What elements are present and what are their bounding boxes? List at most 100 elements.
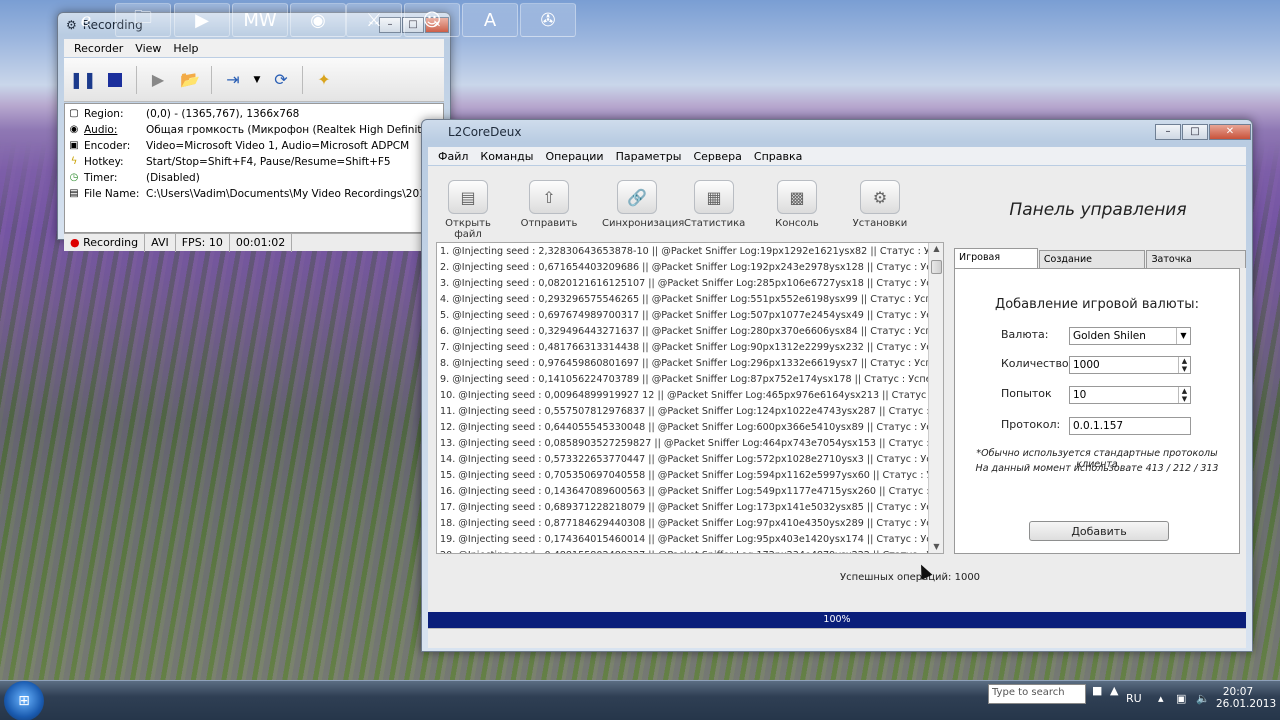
add-button[interactable]: Добавить [1029, 521, 1169, 541]
document-icon: ▤ [448, 180, 488, 214]
settings-button[interactable]: ⚙ Установки [850, 180, 910, 229]
menu-servers[interactable]: Сервера [687, 150, 747, 163]
box-icon: ▩ [777, 180, 817, 214]
film-reel-icon[interactable]: ✇ [520, 3, 576, 37]
tab-enchant-items[interactable]: Заточка предметов [1146, 250, 1246, 283]
tab-create-items[interactable]: Создание предметов [1038, 250, 1146, 283]
volume-icon[interactable]: 🔈 [1196, 692, 1210, 705]
menu-help[interactable]: Справка [748, 150, 808, 163]
progress-bar: 100% [428, 612, 1246, 628]
explorer-icon[interactable]: 🗀 [115, 3, 171, 37]
sync-button[interactable]: 🔗 Синхронизация [602, 180, 684, 229]
chevron-up-icon[interactable]: ▲ [1110, 684, 1118, 697]
log-line: 10. @Injecting seed : 0,00964899919927 1… [440, 390, 944, 401]
chevron-down-icon[interactable]: ▼ [1176, 328, 1190, 344]
tool-label: Синхронизация [602, 218, 685, 229]
log-scrollbar[interactable]: ▲ ▼ [928, 243, 943, 553]
recorder-info-panel: ▢ Region: (0,0) - (1365,767), 1366x768 ◉… [64, 103, 484, 233]
row-value: (Disabled) [146, 172, 200, 184]
open-file-button[interactable]: ▤ Открыть файл [438, 180, 498, 240]
panel-title: Панель управления [1009, 200, 1187, 220]
log-line: 3. @Injecting seed : 0,0820121616125107 … [440, 278, 944, 289]
clock[interactable]: 20:07 26.01.2013 [1216, 686, 1276, 710]
row-label: File Name: [84, 188, 140, 200]
pin-icon[interactable]: ✦ [311, 67, 337, 93]
minimize-button[interactable]: – [1155, 124, 1181, 140]
row-label[interactable]: Audio: [84, 124, 146, 136]
clock-time: 20:07 [1222, 686, 1254, 698]
toolbar-divider [136, 65, 137, 94]
protocol-input[interactable]: 0.0.1.157 [1069, 417, 1191, 435]
app-titlebar[interactable]: L2CoreDeux [422, 120, 1252, 144]
menu-commands[interactable]: Команды [474, 150, 539, 163]
log-line: 13. @Injecting seed : 0,0858903527259827… [440, 438, 944, 449]
menu-help[interactable]: Help [167, 42, 204, 55]
status-state: Recording [83, 235, 139, 249]
game-mw-icon[interactable]: MW [232, 3, 288, 37]
field-label: Количество [1001, 357, 1069, 370]
scroll-down-icon[interactable]: ▼ [929, 541, 943, 553]
page-icon: ▢ [69, 108, 79, 119]
status-format: AVI [145, 233, 176, 252]
menu-file[interactable]: Файл [432, 150, 474, 163]
firefox-icon[interactable]: ◉ [290, 3, 346, 37]
stop-square-icon[interactable]: ■ [1092, 684, 1102, 697]
play-icon[interactable]: ▶ [145, 67, 171, 93]
scroll-up-icon[interactable]: ▲ [929, 243, 943, 255]
open-folder-icon[interactable]: 📂 [177, 67, 203, 93]
field-label: Попыток [1001, 387, 1052, 400]
lineage-icon[interactable]: ⚔ [346, 3, 402, 37]
spin-arrows-icon[interactable]: ▲ ▼ [1178, 387, 1190, 403]
menu-operations[interactable]: Операции [539, 150, 609, 163]
quantity-stepper[interactable]: 1000 ▲ ▼ [1069, 356, 1191, 374]
attempts-stepper[interactable]: 10 ▲ ▼ [1069, 386, 1191, 404]
menu-parameters[interactable]: Параметры [610, 150, 688, 163]
ie-icon[interactable]: ℯ [58, 3, 114, 37]
network-icon[interactable]: ▣ [1176, 692, 1186, 705]
link-icon: 🔗 [617, 180, 657, 214]
form-title: Добавление игровой валюты: [995, 297, 1199, 312]
tool-label: Установки [852, 218, 908, 229]
audio-row[interactable]: ◉ Audio: Общая громкость (Микрофон (Real… [65, 122, 429, 138]
dropdown-arrow-icon[interactable]: ▼ [252, 67, 262, 93]
log-list[interactable]: 1. @Injecting seed : 2,32830643653878-10… [436, 242, 944, 554]
stop-icon[interactable] [102, 67, 128, 93]
console-button[interactable]: ▩ Консоль [767, 180, 827, 229]
currency-select[interactable]: Golden Shilen ▼ [1069, 327, 1191, 345]
record-dot-icon: ● [70, 235, 80, 249]
tool-label: Статистика [684, 218, 746, 229]
menu-view[interactable]: View [129, 42, 167, 55]
upload-icon: ⇧ [529, 180, 569, 214]
statistics-button[interactable]: ▦ Статистика [684, 180, 746, 229]
settings-icon[interactable]: ⟳ [268, 67, 294, 93]
search-input[interactable]: Type to search [988, 684, 1086, 704]
status-time: 00:01:02 [230, 233, 293, 252]
pause-icon[interactable]: ❚❚ [70, 67, 97, 93]
photo-app-icon[interactable]: ☺ [404, 3, 460, 37]
log-line: 6. @Injecting seed : 0,329496443271637 |… [440, 326, 944, 337]
word-doc-icon[interactable]: A [462, 3, 518, 37]
close-button[interactable]: ✕ [1209, 124, 1251, 140]
log-line: 20. @Injecting seed : 0,488155802489327 … [440, 548, 943, 553]
start-button[interactable]: ⊞ [4, 680, 44, 720]
row-label: Encoder: [84, 140, 131, 152]
media-player-icon[interactable]: ▶ [174, 3, 230, 37]
spin-arrows-icon[interactable]: ▲ ▼ [1178, 357, 1190, 373]
app-title: L2CoreDeux [448, 125, 522, 139]
scroll-thumb[interactable] [931, 260, 942, 274]
send-button[interactable]: ⇧ Отправить [519, 180, 579, 229]
export-icon[interactable]: ⇥ [220, 67, 246, 93]
maximize-button[interactable]: □ [1182, 124, 1208, 140]
row-value: (0,0) - (1365,767), 1366x768 [146, 108, 300, 120]
menu-recorder[interactable]: Recorder [68, 42, 129, 55]
tab-currency[interactable]: Игровая валюта [954, 248, 1038, 281]
toolbar-divider [211, 65, 212, 94]
protocol-note-versions: На данный момент использовате 413 / 212 … [975, 463, 1219, 474]
log-line: 14. @Injecting seed : 0,573322653770447 … [440, 454, 944, 465]
row-label: Timer: [84, 172, 118, 184]
tool-label: Открыть файл [445, 218, 491, 240]
language-indicator[interactable]: RU [1126, 692, 1142, 705]
app-statusbar [428, 628, 1246, 648]
tray-up-icon[interactable]: ▴ [1158, 692, 1164, 705]
log-line: 11. @Injecting seed : 0,557507812976837 … [440, 406, 944, 417]
